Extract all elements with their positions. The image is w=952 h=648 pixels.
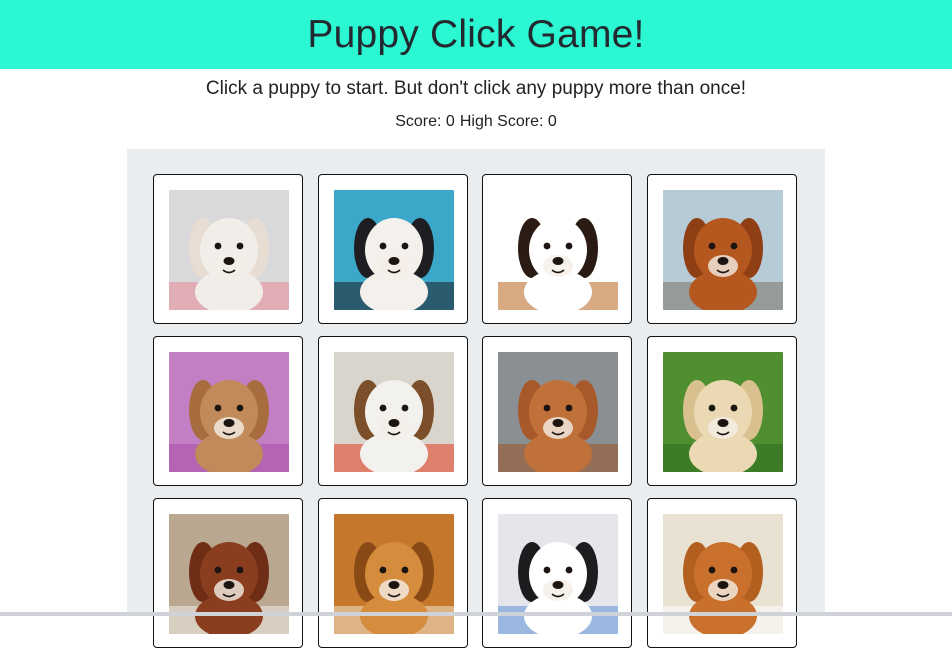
french-bulldog-puppy-icon [334, 190, 454, 310]
puppy-card[interactable] [153, 498, 303, 648]
puppy-board [127, 149, 825, 648]
score-display: Score: 0 High Score: 0 [0, 113, 952, 131]
puppy-card[interactable] [318, 336, 468, 486]
high-score-value: High Score: 0 [459, 113, 557, 130]
window-bottom-edge [0, 612, 952, 616]
yawning-pitbull-puppy-icon [169, 190, 289, 310]
puppy-card[interactable] [153, 336, 303, 486]
vizsla-puppy-icon [498, 352, 618, 472]
puppy-card[interactable] [647, 336, 797, 486]
puppy-card[interactable] [647, 174, 797, 324]
puppy-card[interactable] [647, 498, 797, 648]
page-title: Puppy Click Game! [307, 12, 645, 56]
labrador-puppy-in-grass-icon [663, 352, 783, 472]
puppy-card[interactable] [153, 174, 303, 324]
bernese-puppy-icon [498, 190, 618, 310]
puppy-card[interactable] [482, 174, 632, 324]
header-bar: Puppy Click Game! [0, 0, 952, 69]
puppy-card[interactable] [318, 498, 468, 648]
cocker-spaniel-puppy-icon [663, 190, 783, 310]
puppy-card[interactable] [318, 174, 468, 324]
sheltie-puppy-icon [334, 514, 454, 634]
puppy-card[interactable] [482, 498, 632, 648]
instructions-text: Click a puppy to start. But don't click … [205, 78, 747, 99]
score-value: Score: 0 [395, 113, 455, 130]
corgi-puppy-icon [663, 514, 783, 634]
puppy-card[interactable] [482, 336, 632, 486]
dalmatian-puppy-icon [498, 514, 618, 634]
beagle-puppy-icon [334, 352, 454, 472]
pitbull-puppy-on-blanket-icon [169, 352, 289, 472]
basset-hound-puppy-icon [169, 514, 289, 634]
